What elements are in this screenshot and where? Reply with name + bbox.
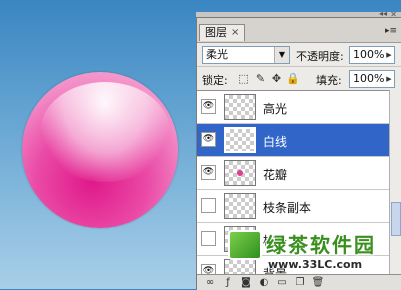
layer-row[interactable]: 👁 高光 [197,91,389,124]
fill-field[interactable]: 100% ▶ [349,70,395,88]
layer-row[interactable]: 枝条副本 [197,190,389,223]
layer-row-selected[interactable]: 👁 白线 [197,124,389,157]
layers-scrollbar[interactable] [389,90,401,274]
panel-menu-icon[interactable]: ▸≡ [385,26,397,36]
panel-bottom-toolbar: ∞ ƒ ◙ ◐ ▭ ❐ 🗑 [197,274,401,290]
layer-thumbnail [224,94,256,120]
opacity-label: 不透明度: [296,50,344,63]
chevron-down-icon[interactable]: ▼ [274,47,289,63]
mask-icon[interactable]: ◙ [239,276,253,289]
blend-opacity-row: 柔光 ▼ 不透明度: 100% ▶ [197,42,401,66]
opacity-value: 100% [353,48,385,61]
adjustment-layer-icon[interactable]: ◐ [257,276,271,289]
layer-thumbnail [224,193,256,219]
blend-mode-select[interactable]: 柔光 ▼ [202,46,290,64]
opacity-arrow-icon[interactable]: ▶ [384,47,394,63]
eye-icon[interactable]: 👁 [201,132,216,147]
tab-layers[interactable]: 图层 × [199,24,246,41]
fill-value: 100% [353,72,385,85]
link-layers-icon[interactable]: ∞ [203,276,217,289]
tab-close-icon[interactable]: × [231,25,239,41]
layer-name: 枝条副本 [263,201,312,215]
lock-label: 锁定: [202,74,228,87]
visibility-toggle-off[interactable] [201,198,216,213]
layer-name: 高光 [263,102,288,116]
layer-style-icon[interactable]: ƒ [221,276,235,289]
lock-move-icon[interactable]: ✥ [270,72,283,85]
visibility-toggle-off[interactable] [201,231,216,246]
lock-paint-brush-icon[interactable]: ✎ [254,72,267,85]
pink-sphere-artwork [22,72,178,228]
group-folder-icon[interactable]: ▭ [275,276,289,289]
lock-fill-row: 锁定: ⬚ ✎ ✥ 🔒 填充: 100% ▶ [197,66,401,90]
fill-arrow-icon[interactable]: ▶ [384,71,394,87]
layer-thumbnail [224,160,256,186]
watermark-logo [228,230,262,260]
layer-row[interactable]: 👁 花瓣 [197,157,389,190]
eye-icon[interactable]: 👁 [201,165,216,180]
opacity-field[interactable]: 100% ▶ [349,46,395,64]
new-layer-icon[interactable]: ❐ [293,276,307,289]
layer-name: 白线 [263,135,288,149]
lock-transparency-icon[interactable]: ⬚ [237,72,250,85]
blend-mode-value: 柔光 [206,48,228,61]
fill-label: 填充: [316,74,342,87]
watermark-title: 绿茶软件园 [266,233,376,257]
lock-all-icon[interactable]: 🔒 [286,72,300,85]
watermark-url: www.33LC.com [268,258,363,271]
sphere-white-line [22,72,178,228]
petal-thumbnail-dot [237,170,243,176]
layer-thumbnail [224,127,256,153]
tab-layers-label: 图层 [205,26,227,39]
scrollbar-thumb[interactable] [391,202,401,236]
layer-name: 花瓣 [263,168,288,182]
eye-icon[interactable]: 👁 [201,99,216,114]
trash-icon[interactable]: 🗑 [311,276,325,289]
